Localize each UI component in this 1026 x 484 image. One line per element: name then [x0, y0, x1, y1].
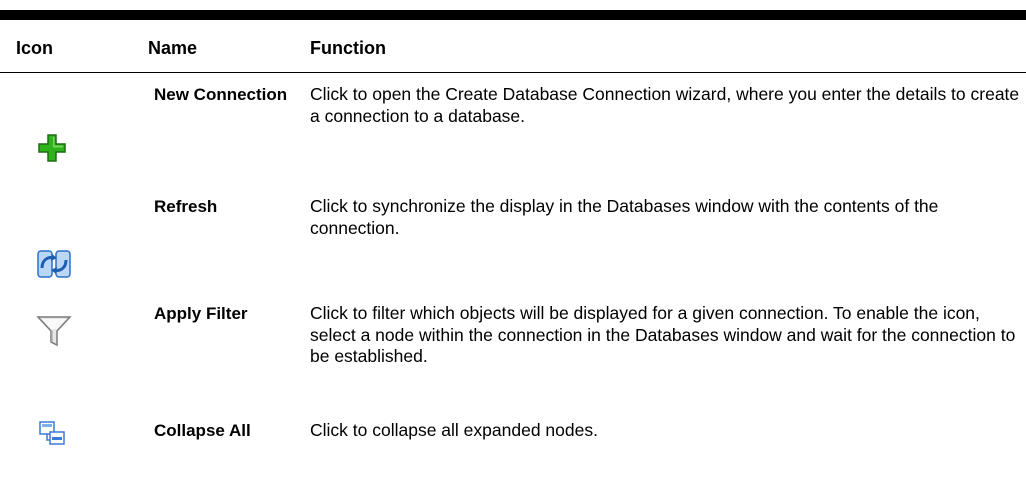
- top-rule: [0, 10, 1026, 20]
- function-refresh: Click to synchronize the display in the …: [310, 196, 939, 238]
- refresh-icon: [36, 248, 96, 280]
- table-header: Icon Name Function: [0, 20, 1026, 72]
- function-collapse-all: Click to collapse all expanded nodes.: [310, 420, 598, 440]
- green-plus-icon: [36, 132, 96, 164]
- name-apply-filter: Apply Filter: [154, 304, 248, 323]
- function-new-connection: Click to open the Create Database Connec…: [310, 84, 1020, 126]
- header-name: Name: [148, 38, 198, 58]
- table-row: Refresh Click to synchronize the display…: [0, 196, 1026, 278]
- table-row: Collapse All Click to collapse all expan…: [0, 420, 1026, 480]
- table-row: Apply Filter Click to filter which objec…: [0, 303, 1026, 403]
- header-function: Function: [310, 38, 386, 58]
- name-collapse-all: Collapse All: [154, 421, 251, 440]
- table-row: New Connection Click to open the Create …: [0, 84, 1026, 172]
- collapse-all-icon: [38, 420, 98, 446]
- header-rule: [0, 72, 1026, 73]
- funnel-filter-icon: [36, 313, 96, 349]
- name-refresh: Refresh: [154, 197, 218, 216]
- header-icon: Icon: [16, 38, 54, 58]
- function-apply-filter: Click to filter which objects will be di…: [310, 303, 1016, 366]
- name-new-connection: New Connection: [154, 85, 288, 104]
